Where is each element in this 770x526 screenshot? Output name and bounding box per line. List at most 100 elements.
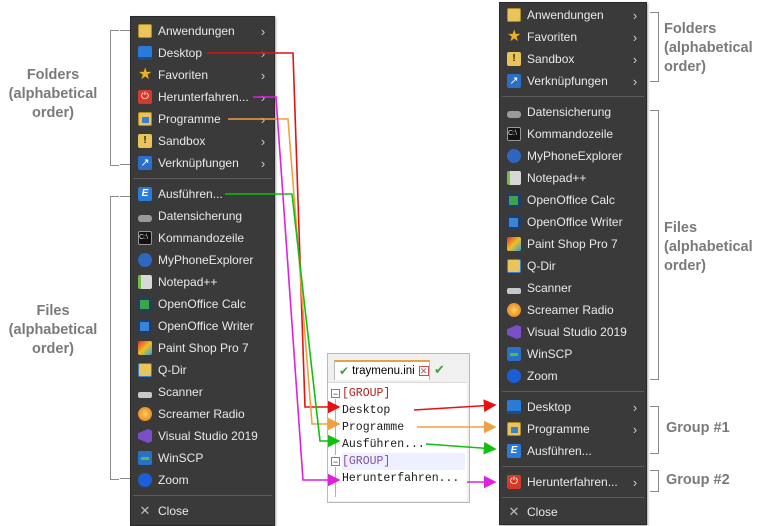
paint-icon	[507, 237, 521, 251]
chevron-right-icon: ›	[632, 29, 638, 45]
qdir-icon	[138, 363, 152, 377]
menu-item-favoriten[interactable]: ★ Favoriten ›	[131, 64, 274, 86]
close-label: Close	[527, 505, 558, 519]
menu-item-scanner[interactable]: Scanner	[500, 277, 646, 299]
menu-item-openoffice-calc[interactable]: OpenOffice Calc	[131, 293, 274, 315]
save-check-icon[interactable]: ✔	[434, 362, 445, 378]
chevron-right-icon: ›	[632, 474, 638, 490]
menu-item-winscp[interactable]: WinSCP	[131, 447, 274, 469]
menu-item-favoriten[interactable]: ★ Favoriten ›	[500, 26, 646, 48]
menu-item-label: MyPhoneExplorer	[527, 149, 623, 163]
menu-item-desktop[interactable]: Desktop ›	[131, 42, 274, 64]
menu-item-herunterfahren[interactable]: ⏻ Herunterfahren... ›	[131, 86, 274, 108]
menu-item-anwendungen[interactable]: Anwendungen ›	[131, 20, 274, 42]
qdir-icon	[507, 259, 521, 273]
menu-item-openoffice-writer[interactable]: OpenOffice Writer	[131, 315, 274, 337]
menu-item-zoom[interactable]: Zoom	[131, 469, 274, 491]
close-label: Close	[158, 504, 189, 518]
menu-separator	[502, 96, 644, 97]
menu-separator	[133, 178, 272, 179]
menu-item-datensicherung[interactable]: Datensicherung	[131, 205, 274, 227]
menu-item-zoom[interactable]: Zoom	[500, 365, 646, 387]
menu-item-label: Programme	[158, 112, 221, 126]
menu-item-label: WinSCP	[158, 451, 204, 465]
shortcut-icon: ↗	[138, 156, 152, 170]
winscp-icon	[507, 347, 521, 361]
files-annotation: Files (alphabetical order)	[8, 303, 98, 357]
menu-item-notepad[interactable]: Notepad++	[500, 167, 646, 189]
close-menu-item[interactable]: ✕ Close	[131, 500, 274, 522]
menu-item-label: Anwendungen	[527, 8, 604, 22]
menu-item-verknuepfungen[interactable]: ↗ Verknüpfungen ›	[131, 152, 274, 174]
menu-item-openoffice-writer[interactable]: OpenOffice Writer	[500, 211, 646, 233]
menu-item-myphoneexplorer[interactable]: MyPhoneExplorer	[500, 145, 646, 167]
menu-item-visual-studio[interactable]: Visual Studio 2019	[131, 425, 274, 447]
menu-item-programme[interactable]: Programme ›	[131, 108, 274, 130]
chevron-right-icon: ›	[260, 111, 266, 127]
menu-item-label: Notepad++	[527, 171, 587, 185]
menu-item-screamer-radio[interactable]: Screamer Radio	[500, 299, 646, 321]
menu-item-label: Kommandozeile	[158, 231, 245, 245]
bracket-tick	[120, 164, 130, 165]
folders-bracket-right	[650, 12, 659, 82]
ini-editor-window: ✔ traymenu.ini ✕ ✔ − − [GROUP] Desktop P…	[327, 353, 470, 503]
writer-icon	[507, 215, 521, 229]
menu-item-label: Datensicherung	[158, 209, 243, 223]
menu-item-desktop[interactable]: Desktop ›	[500, 396, 646, 418]
menu-item-sandbox[interactable]: ! Sandbox ›	[500, 48, 646, 70]
folder-icon	[507, 8, 521, 22]
group2-bracket	[650, 470, 659, 492]
drive-icon	[507, 110, 521, 118]
menu-item-verknuepfungen[interactable]: ↗ Verknüpfungen ›	[500, 70, 646, 92]
menu-item-visual-studio[interactable]: Visual Studio 2019	[500, 321, 646, 343]
cmd-icon: C:\	[138, 231, 152, 245]
menu-item-paint-shop-pro[interactable]: Paint Shop Pro 7	[131, 337, 274, 359]
menu-item-q-dir[interactable]: Q-Dir	[500, 255, 646, 277]
winscp-icon	[138, 451, 152, 465]
menu-item-openoffice-calc[interactable]: OpenOffice Calc	[500, 189, 646, 211]
paint-icon	[138, 341, 152, 355]
menu-item-programme[interactable]: Programme ›	[500, 418, 646, 440]
phone-icon	[138, 253, 152, 267]
menu-item-herunterfahren[interactable]: ⏻ Herunterfahren... ›	[500, 471, 646, 493]
menu-item-screamer-radio[interactable]: Screamer Radio	[131, 403, 274, 425]
chevron-right-icon: ›	[632, 73, 638, 89]
menu-item-kommandozeile[interactable]: C:\ Kommandozeile	[500, 123, 646, 145]
menu-item-anwendungen[interactable]: Anwendungen ›	[500, 4, 646, 26]
menu-item-myphoneexplorer[interactable]: MyPhoneExplorer	[131, 249, 274, 271]
menu-item-scanner[interactable]: Scanner	[131, 381, 274, 403]
menu-item-winscp[interactable]: WinSCP	[500, 343, 646, 365]
chevron-right-icon: ›	[260, 89, 266, 105]
close-icon: ✕	[508, 504, 520, 519]
menu-item-label: Zoom	[527, 369, 558, 383]
programs-icon	[507, 422, 521, 436]
fold-minus-icon[interactable]: −	[331, 457, 340, 467]
star-icon: ★	[138, 66, 153, 83]
fold-minus-icon[interactable]: −	[331, 389, 340, 399]
group1-bracket	[650, 406, 659, 454]
menu-item-q-dir[interactable]: Q-Dir	[131, 359, 274, 381]
menu-separator	[502, 391, 644, 392]
cmd-icon: C:\	[507, 127, 521, 141]
menu-item-label: Visual Studio 2019	[158, 429, 258, 443]
menu-item-paint-shop-pro[interactable]: Paint Shop Pro 7	[500, 233, 646, 255]
close-menu-item[interactable]: ✕ Close	[500, 501, 646, 523]
menu-item-datensicherung[interactable]: Datensicherung	[500, 101, 646, 123]
bracket-tick	[120, 30, 130, 31]
close-tab-icon[interactable]: ✕	[418, 366, 429, 376]
menu-item-ausfuehren[interactable]: E Ausführen...	[500, 440, 646, 462]
menu-item-sandbox[interactable]: ! Sandbox ›	[131, 130, 274, 152]
ini-entry-line: Herunterfahren...	[342, 472, 460, 485]
shortcut-icon: ↗	[507, 74, 521, 88]
editor-tab[interactable]: ✔ traymenu.ini ✕	[334, 360, 430, 380]
writer-icon	[138, 319, 152, 333]
chevron-right-icon: ›	[260, 155, 266, 171]
menu-item-label: Ausführen...	[527, 444, 592, 458]
editor-text-area[interactable]: − − [GROUP] Desktop Programme Ausführen.…	[328, 382, 467, 501]
visual-studio-icon	[138, 429, 152, 443]
menu-item-notepad[interactable]: Notepad++	[131, 271, 274, 293]
menu-item-ausfuehren[interactable]: E Ausführen...	[131, 183, 274, 205]
menu-item-label: Verknüpfungen	[527, 74, 608, 88]
folders-annotation-right: Folders (alphabetical order)	[664, 21, 753, 75]
menu-item-kommandozeile[interactable]: C:\ Kommandozeile	[131, 227, 274, 249]
